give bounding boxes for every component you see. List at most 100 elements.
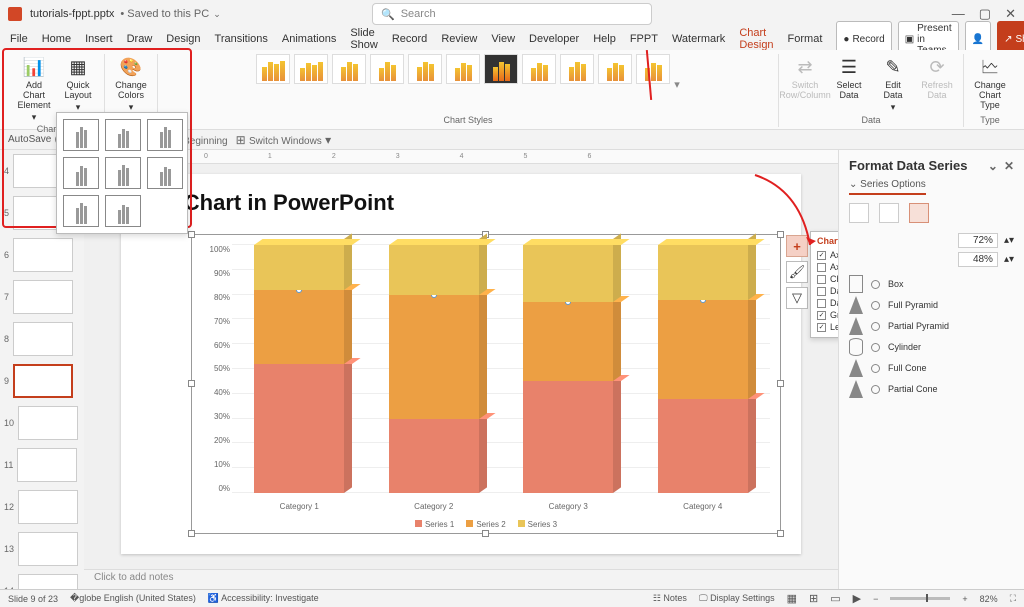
series-options-icon[interactable] — [909, 203, 929, 223]
search-input[interactable]: 🔍 Search — [372, 3, 652, 25]
chart-styles-gallery[interactable]: ▾ — [256, 54, 680, 115]
layout-option[interactable] — [105, 195, 141, 227]
chart-element-option[interactable]: ✓Gridlines — [817, 309, 838, 321]
tab-animations[interactable]: Animations — [282, 33, 336, 45]
slide-canvas[interactable]: Bar Chart in PowerPoint 0%10%20%30%40%50… — [121, 174, 801, 554]
tab-chart-design[interactable]: Chart Design — [739, 27, 773, 51]
layout-option[interactable] — [63, 157, 99, 189]
slide-title[interactable]: Bar Chart in PowerPoint — [141, 190, 781, 216]
tab-home[interactable]: Home — [42, 33, 71, 45]
fit-to-window-icon[interactable]: ⛶ — [1010, 593, 1016, 604]
slide-thumb[interactable] — [13, 238, 73, 272]
tab-watermark[interactable]: Watermark — [672, 33, 725, 45]
powerpoint-icon — [8, 7, 22, 21]
layout-option[interactable] — [63, 195, 99, 227]
slide-thumb[interactable] — [13, 322, 73, 356]
series-options-label[interactable]: ⌄ Series Options — [849, 179, 926, 195]
chart-legend[interactable]: Series 1 Series 2 Series 3 — [192, 520, 780, 529]
display-settings[interactable]: 🖵 Display Settings — [699, 593, 775, 604]
tab-insert[interactable]: Insert — [85, 33, 113, 45]
quick-layout-gallery[interactable] — [56, 112, 188, 234]
shape-box[interactable]: Box — [849, 275, 1014, 293]
chart-element-option[interactable]: Axis Titles — [817, 261, 838, 273]
chart-element-option[interactable]: Data Table — [817, 297, 838, 309]
tab-transitions[interactable]: Transitions — [215, 33, 268, 45]
chart-object[interactable]: 0%10%20%30%40%50%60%70%80%90%100% Catego… — [191, 234, 781, 534]
slide-thumb[interactable] — [17, 448, 77, 482]
edit-data-button[interactable]: ✎Edit Data▾ — [873, 54, 913, 114]
chart-element-option[interactable]: Chart Title — [817, 273, 838, 285]
tab-file[interactable]: File — [10, 33, 28, 45]
zoom-out[interactable]: − — [873, 594, 878, 604]
gallery-more-icon[interactable]: ▾ — [674, 78, 680, 91]
chart-element-option[interactable]: ✓Legend — [817, 321, 838, 333]
chart-filters-button[interactable]: ▽ — [786, 287, 808, 309]
tab-draw[interactable]: Draw — [127, 33, 153, 45]
slide-thumb[interactable] — [18, 574, 78, 589]
slide-thumb[interactable] — [18, 532, 78, 566]
layout-option[interactable] — [63, 119, 99, 151]
normal-view-icon[interactable]: ▦ — [787, 592, 797, 605]
quick-layout-button[interactable]: ▦Quick Layout▾ — [58, 54, 98, 114]
tab-slideshow[interactable]: Slide Show — [350, 27, 378, 51]
close-pane-icon[interactable]: ✕ — [1004, 159, 1014, 173]
fill-icon[interactable] — [849, 203, 869, 223]
accessibility-indicator[interactable]: ♿ Accessibility: Investigate — [208, 593, 319, 604]
shape-cylinder[interactable]: Cylinder — [849, 338, 1014, 356]
change-chart-type-button[interactable]: 🗠Change Chart Type — [970, 54, 1010, 112]
zoom-in[interactable]: + — [962, 594, 967, 604]
layout-option[interactable] — [147, 119, 183, 151]
layout-option[interactable] — [105, 157, 141, 189]
shape-partial-cone[interactable]: Partial Cone — [849, 380, 1014, 398]
tab-review[interactable]: Review — [441, 33, 477, 45]
chart-elements-button[interactable]: + — [786, 235, 808, 257]
sorter-view-icon[interactable]: ⊞ — [809, 592, 818, 605]
add-chart-element-button[interactable]: 📊Add Chart Element▾ — [14, 54, 54, 124]
language-indicator[interactable]: �globe English (United States) — [70, 593, 196, 604]
status-bar: Slide 9 of 23 �globe English (United Sta… — [0, 589, 1024, 607]
tab-view[interactable]: View — [491, 33, 515, 45]
tab-help[interactable]: Help — [593, 33, 616, 45]
tab-developer[interactable]: Developer — [529, 33, 579, 45]
refresh-data-button[interactable]: ⟳Refresh Data — [917, 54, 957, 102]
shape-full-cone[interactable]: Full Cone — [849, 359, 1014, 377]
gap-depth-input[interactable]: 72% — [958, 233, 998, 248]
tab-format[interactable]: Format — [788, 33, 823, 45]
gap-width-input[interactable]: 48% — [958, 252, 998, 267]
pane-title: Format Data Series — [849, 158, 968, 173]
switch-row-column-button[interactable]: ⇄Switch Row/Column — [785, 54, 825, 102]
chevron-down-icon[interactable]: ⌄ — [988, 159, 998, 173]
slide-thumb[interactable] — [13, 280, 73, 314]
slide-thumb[interactable] — [18, 490, 78, 524]
effects-icon[interactable] — [879, 203, 899, 223]
reading-view-icon[interactable]: ▭ — [830, 592, 840, 605]
chart-element-option[interactable]: ✓Axes — [817, 249, 838, 261]
layout-option[interactable] — [105, 119, 141, 151]
slideshow-view-icon[interactable]: ▶ — [853, 592, 861, 605]
tab-design[interactable]: Design — [166, 33, 200, 45]
save-status[interactable]: • Saved to this PC — [120, 8, 209, 20]
format-data-series-pane: Format Data Series ⌄ ✕ ⌄ Series Options 72… — [838, 150, 1024, 589]
x-axis-labels: Category 1Category 2Category 3Category 4 — [232, 502, 770, 511]
notes-toggle[interactable]: ☷ Notes — [653, 593, 687, 604]
chevron-down-icon[interactable]: ⌄ — [213, 9, 221, 20]
shape-full-pyramid[interactable]: Full Pyramid — [849, 296, 1014, 314]
slide-counter[interactable]: Slide 9 of 23 — [8, 594, 58, 604]
chart-element-option[interactable]: Data Labels — [817, 285, 838, 297]
group-label-data: Data — [861, 115, 880, 127]
notes-placeholder[interactable]: Click to add notes — [84, 569, 838, 589]
zoom-level[interactable]: 82% — [980, 594, 998, 604]
plot-area[interactable] — [232, 245, 770, 493]
zoom-slider[interactable] — [890, 597, 950, 600]
slide-thumb[interactable] — [18, 406, 78, 440]
tab-fppt[interactable]: FPPT — [630, 33, 658, 45]
slide-thumb-selected[interactable] — [13, 364, 73, 398]
layout-option[interactable] — [147, 157, 183, 189]
filename[interactable]: tutorials-fppt.pptx — [30, 8, 114, 20]
select-data-button[interactable]: ☰Select Data — [829, 54, 869, 102]
chart-styles-button[interactable]: 🖌 — [786, 261, 808, 283]
tab-record[interactable]: Record — [392, 33, 427, 45]
switch-windows-button[interactable]: ⊞ Switch Windows ▾ — [236, 133, 332, 147]
shape-partial-pyramid[interactable]: Partial Pyramid — [849, 317, 1014, 335]
change-colors-button[interactable]: 🎨Change Colors▾ — [111, 54, 151, 114]
